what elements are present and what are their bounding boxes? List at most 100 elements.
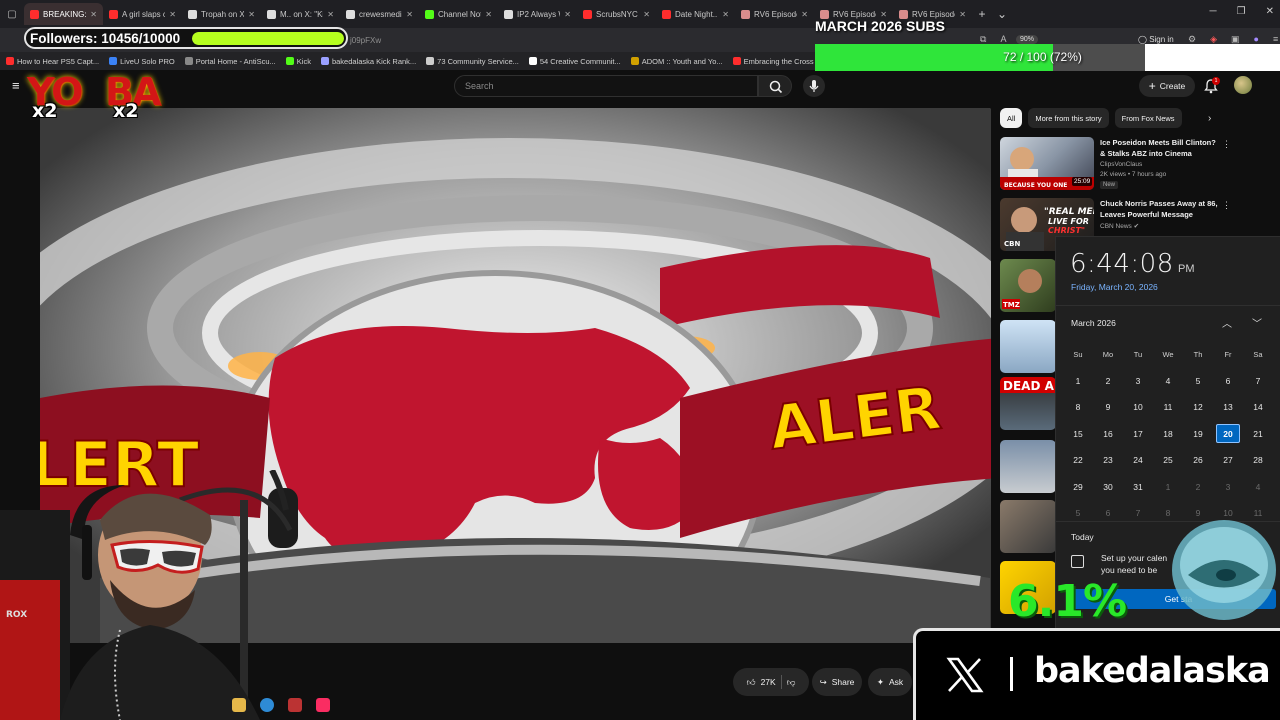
channel-name[interactable]: CBN News ✔: [1100, 222, 1139, 230]
channel-name[interactable]: ClipsVonClaus: [1100, 161, 1142, 168]
chip-all[interactable]: All: [1000, 108, 1023, 128]
bookmark-item[interactable]: ADOM :: Youth and Yo...: [630, 57, 723, 66]
chips-next-chevron-icon[interactable]: ›: [1208, 113, 1211, 124]
calendar-month-label[interactable]: March 2026: [1071, 318, 1116, 328]
calendar-day[interactable]: 24: [1123, 455, 1153, 465]
browser-tab[interactable]: A girl slaps clavic✕: [103, 3, 182, 25]
calendar-day[interactable]: 27: [1213, 455, 1243, 465]
next-month-chevron-icon[interactable]: ﹀: [1252, 315, 1262, 330]
search-input[interactable]: Search: [454, 75, 758, 97]
calendar-day[interactable]: 9: [1093, 402, 1123, 412]
calendar-day[interactable]: 6: [1213, 376, 1243, 386]
calendar-day[interactable]: 7: [1123, 508, 1153, 518]
clock-date-link[interactable]: Friday, March 20, 2026: [1071, 282, 1158, 292]
calendar-day[interactable]: 23: [1093, 455, 1123, 465]
calendar-day[interactable]: 25: [1153, 455, 1183, 465]
calendar-day[interactable]: 15: [1063, 429, 1093, 439]
calendar-day[interactable]: 7: [1243, 376, 1273, 386]
browser-tab[interactable]: M.. on X: "Kick ✕: [261, 3, 340, 25]
calendar-day[interactable]: 26: [1183, 455, 1213, 465]
browser-tab[interactable]: BREAKING: Chu✕: [24, 3, 103, 25]
calendar-day[interactable]: 3: [1123, 376, 1153, 386]
bookmark-item[interactable]: Kick: [285, 57, 311, 66]
calendar-day[interactable]: 30: [1093, 482, 1123, 492]
app-icon[interactable]: [288, 698, 302, 712]
calendar-day[interactable]: 3: [1213, 482, 1243, 492]
calendar-day[interactable]: 31: [1123, 482, 1153, 492]
calendar-day[interactable]: 4: [1243, 482, 1273, 492]
video-title[interactable]: Chuck Norris Passes Away at 86, Leaves P…: [1100, 199, 1220, 220]
tab-search-chevron-icon[interactable]: ⌄: [992, 7, 1012, 21]
account-avatar[interactable]: [1234, 76, 1252, 94]
url-text[interactable]: j09pFXw: [350, 36, 381, 45]
tab-close-icon[interactable]: ✕: [959, 10, 966, 19]
calendar-day[interactable]: 2: [1183, 482, 1213, 492]
tab-close-icon[interactable]: ✕: [90, 10, 97, 19]
music-app-icon[interactable]: [316, 698, 330, 712]
calendar-day[interactable]: 6: [1093, 508, 1123, 518]
more-actions-icon[interactable]: ⋮: [1222, 200, 1231, 211]
tab-close-icon[interactable]: ✕: [564, 10, 571, 19]
video-thumbnail[interactable]: [1000, 320, 1056, 373]
bookmark-item[interactable]: Embracing the Cross a...: [732, 57, 826, 66]
tab-close-icon[interactable]: ✕: [248, 10, 255, 19]
video-thumbnail[interactable]: [1000, 500, 1056, 553]
tab-close-icon[interactable]: ✕: [406, 10, 413, 19]
tab-actions-menu-icon[interactable]: ▢: [0, 9, 24, 20]
calendar-day[interactable]: 29: [1063, 482, 1093, 492]
close-window-icon[interactable]: ✕: [1266, 6, 1274, 17]
calendar-day[interactable]: 11: [1153, 402, 1183, 412]
calendar-day[interactable]: 12: [1183, 402, 1213, 412]
tab-close-icon[interactable]: ✕: [722, 10, 729, 19]
calendar-day[interactable]: 19: [1183, 429, 1213, 439]
calendar-day[interactable]: 17: [1123, 429, 1153, 439]
calendar-day[interactable]: 8: [1063, 402, 1093, 412]
ask-button[interactable]: ✦ Ask: [868, 668, 912, 696]
minimize-icon[interactable]: ─: [1210, 6, 1217, 17]
tab-close-icon[interactable]: ✕: [485, 10, 492, 19]
calendar-day[interactable]: 21: [1243, 429, 1273, 439]
hamburger-menu-icon[interactable]: ≡: [12, 79, 26, 93]
thumbs-down-icon[interactable]: 👎︎: [787, 677, 796, 688]
bookmark-item[interactable]: bakedalaska Kick Rank...: [320, 57, 416, 66]
browser-tab[interactable]: crewesmedia on✕: [340, 3, 419, 25]
tab-close-icon[interactable]: ✕: [327, 10, 334, 19]
video-title[interactable]: Ice Poseidon Meets Bill Clinton? & Stalk…: [1100, 138, 1220, 159]
calendar-day[interactable]: 14: [1243, 402, 1273, 412]
share-button[interactable]: ↪ Share: [812, 668, 862, 696]
like-count[interactable]: 27K: [761, 677, 776, 687]
restore-icon[interactable]: ❐: [1237, 6, 1246, 17]
tab-close-icon[interactable]: ✕: [169, 10, 176, 19]
bookmark-item[interactable]: LiveU Solo PRO: [109, 57, 175, 66]
chip-from-fox-news[interactable]: From Fox News: [1114, 108, 1182, 128]
sign-in-link[interactable]: ◯ Sign in: [1138, 35, 1174, 44]
previous-month-chevron-icon[interactable]: ︿: [1222, 315, 1232, 330]
calendar-day[interactable]: 1: [1153, 482, 1183, 492]
browser-tab[interactable]: Tropah on X: "✕: [182, 3, 261, 25]
create-button[interactable]: + Create: [1139, 75, 1195, 97]
bookmark-item[interactable]: Portal Home - AntiScu...: [184, 57, 276, 66]
more-actions-icon[interactable]: ⋮: [1222, 139, 1231, 150]
edge-browser-icon[interactable]: [260, 698, 274, 712]
tab-close-icon[interactable]: ✕: [643, 10, 650, 19]
search-button[interactable]: [758, 75, 792, 97]
video-thumbnail[interactable]: DEAD A: [1000, 377, 1056, 430]
thumbs-up-icon[interactable]: 👍︎: [747, 677, 756, 688]
calendar-day[interactable]: 22: [1063, 455, 1093, 465]
video-thumbnail[interactable]: TMZ: [1000, 259, 1056, 312]
browser-tab[interactable]: Date Night.. GO ✕: [656, 3, 735, 25]
calendar-day[interactable]: 16: [1093, 429, 1123, 439]
video-thumbnail[interactable]: [1000, 440, 1056, 493]
calendar-day[interactable]: 5: [1183, 376, 1213, 386]
file-explorer-icon[interactable]: [232, 698, 246, 712]
chip-more-from-story[interactable]: More from this story: [1028, 108, 1109, 128]
bookmark-item[interactable]: How to Hear PS5 Capt...: [6, 57, 99, 66]
calendar-day[interactable]: 28: [1243, 455, 1273, 465]
browser-tab[interactable]: ScrubsNYC Gets ✕: [577, 3, 656, 25]
calendar-day[interactable]: 4: [1153, 376, 1183, 386]
calendar-day[interactable]: 1: [1063, 376, 1093, 386]
recommendation-item[interactable]: BECAUSE YOU ONE 25:09 Ice Poseidon Meets…: [1000, 137, 1270, 193]
browser-tab[interactable]: IP2 Always Wins ✕: [498, 3, 577, 25]
bookmark-item[interactable]: 73 Community Service...: [426, 57, 519, 66]
bookmark-item[interactable]: 54 Creative Communit...: [528, 57, 621, 66]
